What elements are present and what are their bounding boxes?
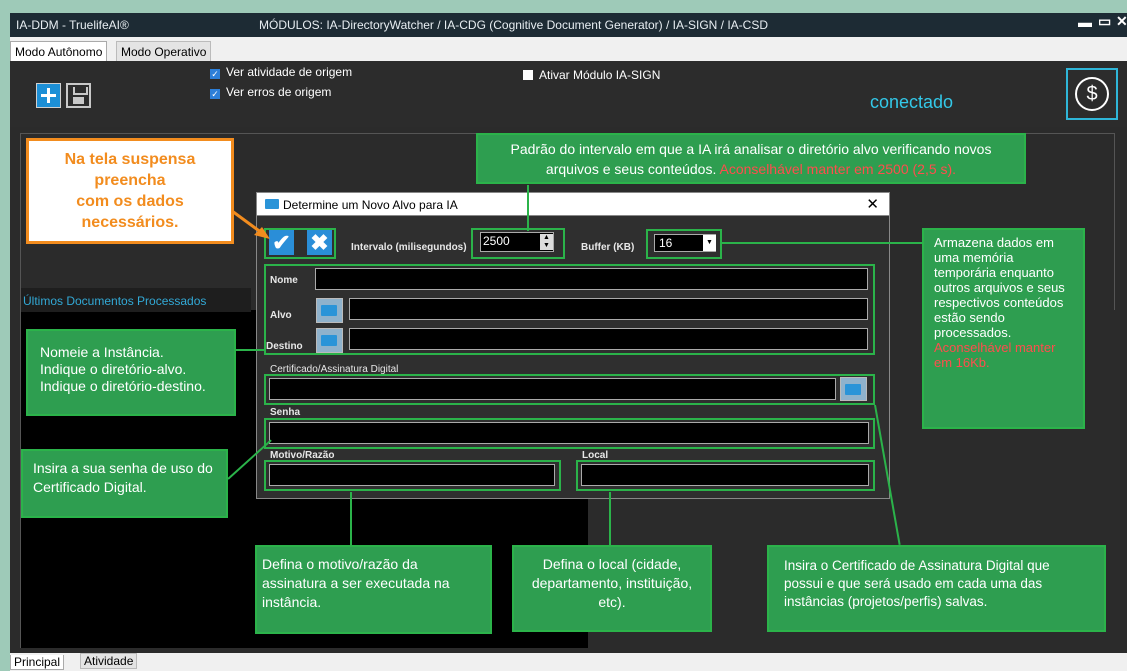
motivo-note: Defina o motivo/razão da assinatura a se… <box>255 545 492 634</box>
mode-tabs: Modo Autônomo Modo Operativo <box>10 37 1127 62</box>
buffer-note-text: Armazena dados em uma memória temporária… <box>934 235 1065 340</box>
buffer-note-advice: Aconselhável manter em 16Kb. <box>934 340 1056 370</box>
instruction-line: preencha <box>94 172 166 189</box>
tab-principal[interactable]: Principal <box>10 655 65 670</box>
orange-arrow-icon <box>231 209 270 239</box>
cert-note: Insira o Certificado de Assinatura Digit… <box>767 545 1106 632</box>
bottom-tabs: Principal Atividade <box>10 653 1127 671</box>
connection-status: conectado <box>870 92 954 112</box>
check-errors[interactable]: ✓ Ver erros de origem <box>210 85 331 99</box>
highlight-senha <box>264 418 875 449</box>
close-window-icon[interactable]: ✕ <box>1116 13 1127 30</box>
app-title: IA-DDM - TruelifeAI® <box>16 18 129 32</box>
title-bar: IA-DDM - TruelifeAI® MÓDULOS: IA-Directo… <box>10 13 1127 37</box>
instruction-line: com os dados <box>76 193 184 210</box>
maximize-icon[interactable]: ▭ <box>1098 13 1111 30</box>
checkbox-checked-icon[interactable]: ✓ <box>210 89 220 99</box>
highlight-interval <box>471 228 565 259</box>
connector-line <box>236 349 266 351</box>
buffer-label: Buffer (KB) <box>581 242 635 253</box>
dollar-icon: $ <box>1075 77 1109 111</box>
check-errors-label: Ver erros de origem <box>226 85 332 99</box>
highlight-buffer <box>646 229 722 259</box>
highlight-name-target <box>264 264 875 355</box>
motivo-note-text: Defina o motivo/razão da assinatura a se… <box>262 556 450 610</box>
senha-label: Senha <box>270 407 301 418</box>
interval-note: Padrão do intervalo em que a IA irá anal… <box>476 133 1026 184</box>
dialog-title: Determine um Novo Alvo para IA <box>283 198 458 212</box>
dialog-title-bar: Determine um Novo Alvo para IA ✕ <box>256 192 890 216</box>
checkbox-unchecked-icon[interactable] <box>523 70 533 80</box>
connector-line <box>350 492 352 546</box>
tab-atividade[interactable]: Atividade <box>80 653 138 669</box>
connector-line <box>609 492 611 546</box>
check-ia-sign[interactable]: Ativar Módulo IA-SIGN <box>523 68 660 82</box>
password-note: Insira a sua senha de uso do Certificado… <box>21 449 228 518</box>
local-note-text: Defina o local (cidade, departamento, in… <box>531 556 693 610</box>
check-activity-label: Ver atividade de origem <box>226 65 353 79</box>
name-note: Nomeie a Instância. Indique o diretório-… <box>26 329 236 416</box>
name-note-line: Indique o diretório-alvo. <box>40 361 187 377</box>
name-note-line: Nomeie a Instância. <box>40 344 164 360</box>
add-button[interactable] <box>36 83 61 108</box>
tab-modo-autonomo[interactable]: Modo Autônomo <box>10 41 108 62</box>
check-sign-label: Ativar Módulo IA-SIGN <box>539 68 661 82</box>
interval-label: Intervalo (milisegundos) <box>351 242 467 253</box>
save-button[interactable] <box>66 83 91 108</box>
last-docs-header: Últimos Documentos Processados <box>21 288 251 312</box>
instruction-line: necessários. <box>81 214 179 231</box>
close-icon[interactable]: ✕ <box>866 195 879 213</box>
tab-modo-operativo[interactable]: Modo Operativo <box>116 41 212 62</box>
minimize-icon[interactable]: ▬ <box>1078 14 1092 30</box>
check-activity[interactable]: ✓ Ver atividade de origem <box>210 65 352 79</box>
instruction-line: Na tela suspensa <box>64 151 196 168</box>
instruction-callout: Na tela suspensa preencha com os dados n… <box>26 138 234 244</box>
name-note-line: Indique o diretório-destino. <box>40 378 206 394</box>
modules-title: MÓDULOS: IA-DirectoryWatcher / IA-CDG (C… <box>259 18 769 32</box>
checkbox-checked-icon[interactable]: ✓ <box>210 69 220 79</box>
connector-line <box>527 185 529 231</box>
password-note-text: Insira a sua senha de uso do Certificado… <box>33 460 213 495</box>
highlight-motivo <box>264 460 561 491</box>
buffer-note: Armazena dados em uma memória temporária… <box>922 228 1085 429</box>
toolbar: ✓ Ver atividade de origem ✓ Ver erros de o… <box>10 61 1127 127</box>
highlight-cert <box>264 374 875 405</box>
local-note: Defina o local (cidade, departamento, in… <box>512 545 712 632</box>
connector-line <box>722 242 922 244</box>
billing-button[interactable]: $ <box>1066 68 1118 120</box>
interval-note-advice: Aconselhável manter em 2500 (2,5 s). <box>719 161 957 177</box>
cert-note-text: Insira o Certificado de Assinatura Digit… <box>784 558 1050 609</box>
highlight-local <box>576 460 875 491</box>
